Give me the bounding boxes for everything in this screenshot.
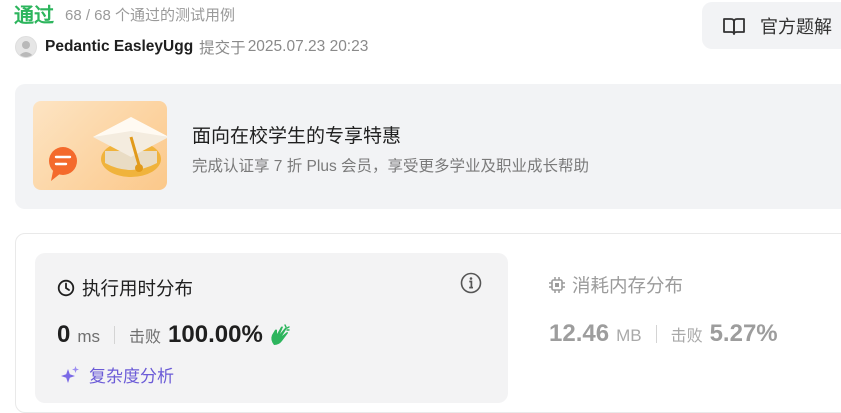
chip-icon (549, 277, 565, 293)
memory-beat-percent: 5.27% (709, 320, 778, 347)
clap-icon (271, 324, 290, 345)
runtime-beat-label: 击败 (129, 329, 162, 346)
official-solution-label: 官方题解 (760, 16, 832, 37)
official-solution-button[interactable]: 官方题解 (702, 2, 841, 49)
memory-header: 消耗内存分布 (548, 272, 841, 298)
complexity-label: 复杂度分析 (89, 367, 174, 386)
runtime-unit: ms (77, 327, 101, 346)
promo-subtitle: 完成认证享 7 折 Plus 会员，享受更多学业及职业成长帮助 (192, 158, 589, 175)
info-icon[interactable] (460, 272, 482, 294)
submit-label: 提交于 (199, 40, 246, 57)
runtime-beat-percent: 100.00% (168, 321, 263, 348)
memory-beat-label: 击败 (670, 328, 703, 345)
submit-time: 2025.07.23 20:23 (247, 38, 369, 55)
memory-title: 消耗内存分布 (572, 275, 684, 296)
graduation-cap-icon (49, 117, 167, 181)
runtime-header: 执行用时分布 (57, 275, 193, 301)
complexity-analysis-button[interactable]: 复杂度分析 (59, 362, 174, 387)
book-open-icon (723, 17, 745, 35)
avatar[interactable] (15, 36, 37, 58)
runtime-card[interactable]: 执行用时分布 0 ms 击败 100.00% 复杂度分析 (35, 253, 508, 403)
metric-divider (655, 325, 657, 343)
submission-stats-panel: 执行用时分布 0 ms 击败 100.00% 复杂度分析 消耗内存分布 12.4… (15, 233, 841, 413)
memory-unit: MB (616, 326, 642, 345)
memory-value: 12.46 (549, 320, 610, 347)
promo-illustration (33, 101, 167, 190)
memory-metric: 12.46 MB 击败 5.27% (549, 320, 778, 348)
runtime-value: 0 (57, 321, 71, 348)
metric-divider (114, 326, 116, 344)
clock-icon (57, 279, 75, 297)
submission-status: 通过 68 / 68 个通过的测试用例 (14, 0, 236, 27)
submission-author: Pedantic EasleyUgg 提交于 2025.07.23 20:23 (15, 36, 368, 58)
sparkle-icon (61, 365, 79, 383)
promo-title: 面向在校学生的专享特惠 (192, 126, 402, 147)
testcase-count: 68 / 68 个通过的测试用例 (65, 6, 236, 24)
memory-card[interactable]: 消耗内存分布 12.46 MB 击败 5.27% (548, 272, 841, 347)
runtime-title: 执行用时分布 (82, 278, 194, 299)
status-passed: 通过 (14, 4, 54, 27)
user-silhouette-icon (18, 41, 34, 57)
student-promo-banner[interactable]: 面向在校学生的专享特惠 完成认证享 7 折 Plus 会员，享受更多学业及职业成… (15, 84, 841, 209)
runtime-metric: 0 ms 击败 100.00% (57, 321, 291, 349)
author-username[interactable]: Pedantic EasleyUgg (45, 38, 193, 56)
